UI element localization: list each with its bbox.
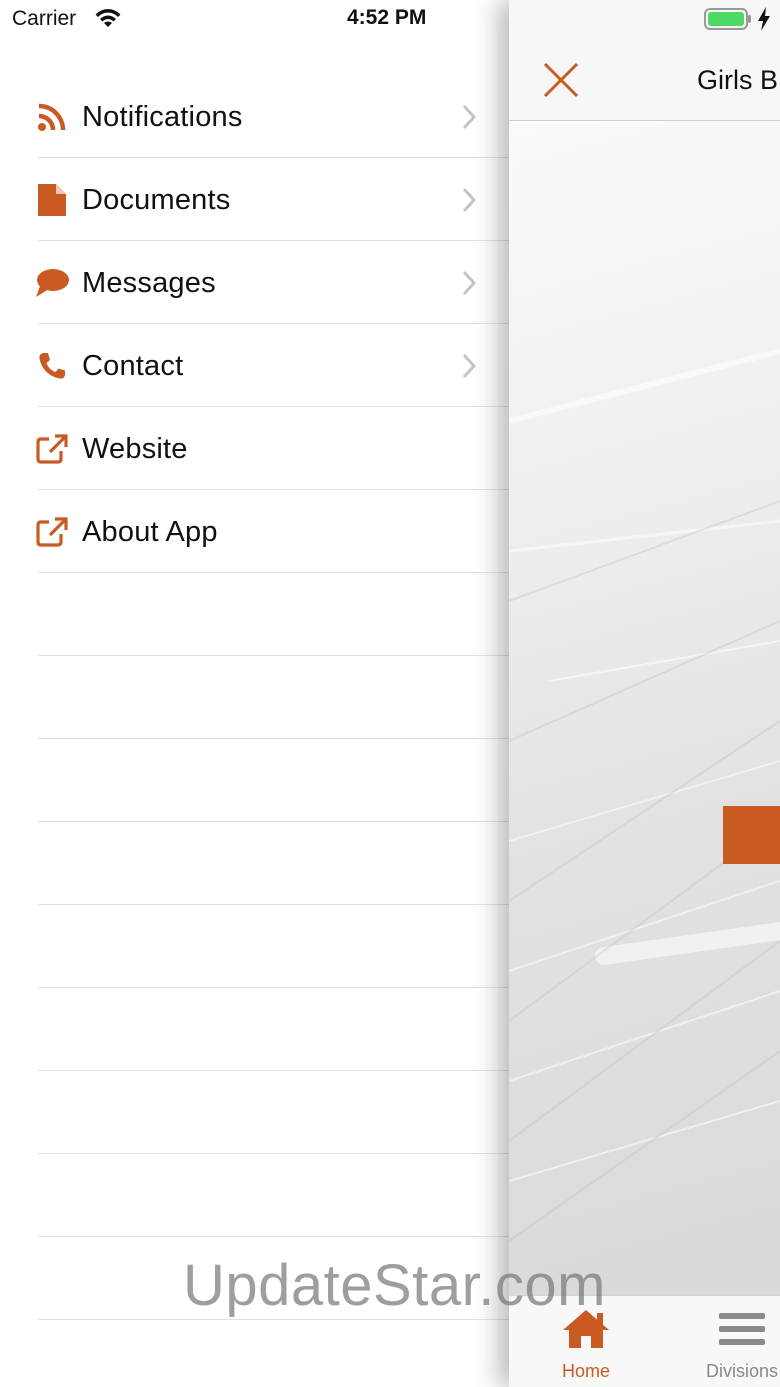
menu-item-messages[interactable]: Messages [0, 241, 509, 324]
phone-icon [34, 348, 70, 384]
empty-row [0, 739, 509, 822]
menu-item-label: Documents [82, 184, 231, 216]
menu-item-label: Contact [82, 350, 184, 382]
document-icon [34, 182, 70, 218]
external-link-icon [34, 514, 70, 550]
chevron-right-icon [462, 353, 477, 384]
accent-button[interactable] [723, 806, 780, 864]
empty-row [0, 573, 509, 656]
charging-bolt-icon [757, 6, 771, 37]
menu-item-contact[interactable]: Contact [0, 324, 509, 407]
menu-item-label: Website [82, 433, 188, 465]
menu-lines-icon [687, 1308, 780, 1355]
menu-item-website[interactable]: Website [0, 407, 509, 490]
side-menu: Notifications Documents Messages Contact… [0, 75, 509, 1387]
chevron-right-icon [462, 187, 477, 218]
clock: 4:52 PM [347, 6, 427, 29]
empty-row [0, 822, 509, 905]
menu-item-label: Notifications [82, 101, 243, 133]
menu-item-notifications[interactable]: Notifications [0, 75, 509, 158]
tab-divisions[interactable]: Divisions [687, 1308, 780, 1382]
tab-label: Divisions [705, 1361, 779, 1381]
navigation-bar: Girls B [509, 40, 780, 121]
empty-row [0, 656, 509, 739]
empty-row [0, 988, 509, 1071]
page-title: Girls B [697, 65, 778, 95]
rss-icon [34, 99, 70, 135]
hero-background-image [509, 121, 780, 1295]
carrier-label: Carrier [12, 7, 77, 30]
chevron-right-icon [462, 270, 477, 301]
main-panel[interactable]: Girls B Home Divisions [509, 0, 780, 1387]
tab-home[interactable]: Home [531, 1308, 641, 1382]
menu-item-about-app[interactable]: About App [0, 490, 509, 573]
close-button[interactable] [541, 60, 581, 100]
menu-item-label: Messages [82, 267, 216, 299]
watermark: UpdateStar.com [183, 1253, 606, 1318]
external-link-icon [34, 431, 70, 467]
menu-item-documents[interactable]: Documents [0, 158, 509, 241]
tab-label: Home [561, 1361, 610, 1381]
menu-item-label: About App [82, 516, 218, 548]
empty-row [0, 1154, 509, 1237]
empty-row [0, 1071, 509, 1154]
status-bar: Carrier 4:52 PM [0, 0, 780, 40]
battery-icon [704, 8, 752, 35]
wifi-icon [94, 7, 122, 34]
empty-row [0, 1320, 509, 1387]
close-icon [543, 62, 579, 98]
chevron-right-icon [462, 104, 477, 135]
speech-bubble-icon [34, 265, 70, 301]
empty-row [0, 905, 509, 988]
